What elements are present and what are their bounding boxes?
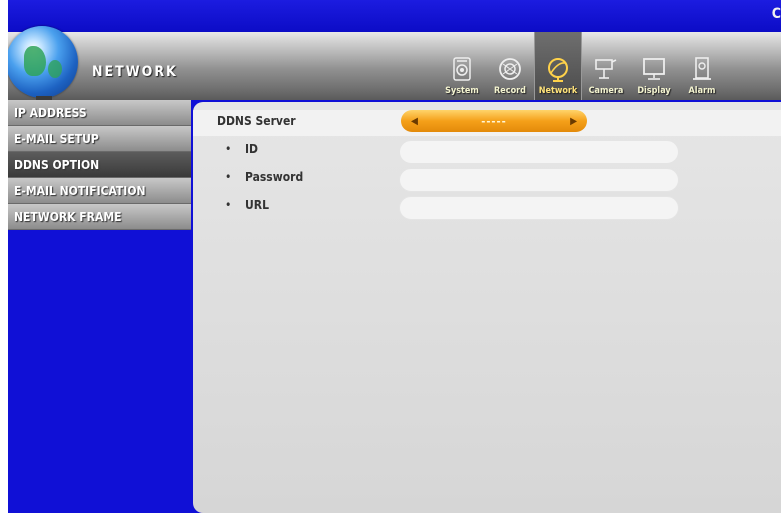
sidebar-item-ip-address[interactable]: IP ADDRESS <box>8 100 191 126</box>
tab-system[interactable]: System <box>438 32 486 100</box>
content-area: IP ADDRESS E-MAIL SETUP DDNS OPTION E-MA… <box>8 100 781 513</box>
tab-camera[interactable]: Camera <box>582 32 630 100</box>
password-field[interactable] <box>399 168 679 192</box>
tab-record[interactable]: Record <box>486 32 534 100</box>
tab-display-label: Display <box>637 86 671 96</box>
network-icon <box>548 58 568 82</box>
record-icon <box>499 58 521 80</box>
ddns-server-value: ----- <box>481 114 507 128</box>
corner-text: C <box>771 6 781 22</box>
tab-system-label: System <box>445 86 479 96</box>
tab-network-label: Network <box>538 86 578 96</box>
menu-tabs: System Record Network Camera Display Ala… <box>438 32 726 100</box>
globe-icon <box>8 26 78 98</box>
display-icon <box>643 58 665 80</box>
sidebar-item-ddns-option[interactable]: DDNS OPTION <box>8 152 191 178</box>
tab-display[interactable]: Display <box>630 32 678 100</box>
bullet: • <box>225 142 232 156</box>
bullet: • <box>225 198 232 212</box>
ddns-server-row: DDNS Server ◀ ----- ▶ <box>193 110 781 136</box>
id-field[interactable] <box>399 140 679 164</box>
top-bar: C <box>8 0 781 32</box>
tab-camera-label: Camera <box>588 86 624 96</box>
sidebar-item-email-setup[interactable]: E-MAIL SETUP <box>8 126 191 152</box>
tab-record-label: Record <box>494 86 526 96</box>
camera-icon <box>595 59 617 79</box>
ddns-server-label: DDNS Server <box>217 114 296 128</box>
menu-header: NETWORK System Record Network Camera Dis… <box>8 26 781 102</box>
bullet: • <box>225 170 232 184</box>
sidebar-item-network-frame[interactable]: NETWORK FRAME <box>8 204 191 230</box>
password-row: • Password <box>193 166 781 192</box>
tab-alarm[interactable]: Alarm <box>678 32 726 100</box>
sidebar-item-email-notification[interactable]: E-MAIL NOTIFICATION <box>8 178 191 204</box>
left-arrow-icon[interactable]: ◀ <box>411 116 418 127</box>
right-arrow-icon[interactable]: ▶ <box>570 116 577 127</box>
id-row: • ID <box>193 138 781 164</box>
tab-alarm-label: Alarm <box>688 86 716 96</box>
dvr-screen: C NETWORK System Record Network Camera D… <box>8 0 781 513</box>
settings-panel: DDNS Server ◀ ----- ▶ • ID • Password • … <box>193 102 781 513</box>
tab-network[interactable]: Network <box>534 32 582 100</box>
id-label: ID <box>245 142 258 156</box>
page-title: NETWORK <box>92 64 178 80</box>
url-label: URL <box>245 198 269 212</box>
ddns-server-selector[interactable]: ◀ ----- ▶ <box>401 110 587 132</box>
password-label: Password <box>245 170 304 184</box>
url-row: • URL <box>193 194 781 220</box>
sidebar: IP ADDRESS E-MAIL SETUP DDNS OPTION E-MA… <box>8 100 191 230</box>
system-icon <box>453 57 471 81</box>
url-field[interactable] <box>399 196 679 220</box>
alarm-icon <box>693 57 711 80</box>
